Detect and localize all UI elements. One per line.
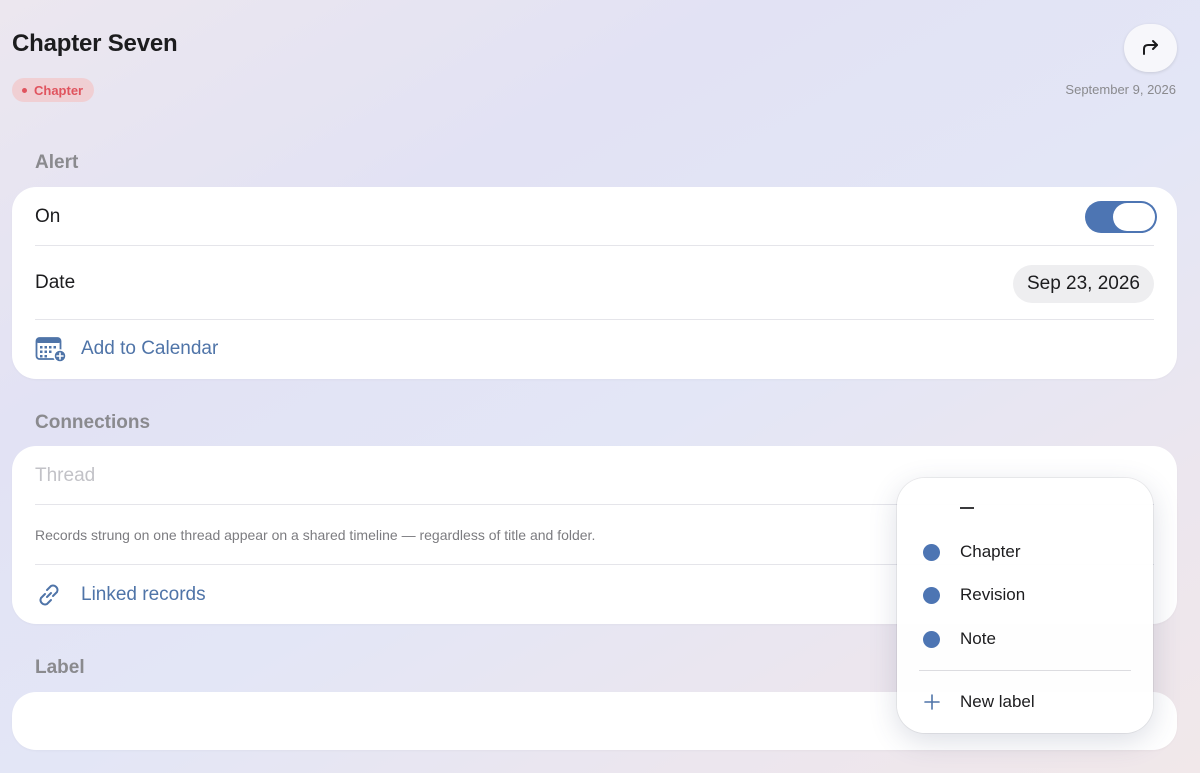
label-color-dot: [923, 630, 940, 648]
label-color-dot: [923, 543, 940, 561]
connections-section-label: Connections: [35, 412, 151, 433]
alert-toggle[interactable]: [1085, 201, 1157, 233]
alert-date-label: Date: [35, 272, 76, 293]
new-label-text: New label: [960, 692, 1035, 711]
link-icon: [39, 584, 59, 606]
page-title: Chapter Seven: [12, 30, 178, 57]
divider: [35, 319, 1154, 320]
menu-item-none[interactable]: [960, 507, 974, 509]
calendar-add-icon: [35, 337, 67, 363]
label-color-dot: [923, 586, 940, 604]
share-arrow-icon: [1142, 40, 1158, 55]
menu-item-label: Revision: [960, 585, 1026, 604]
linked-records-label: Linked records: [81, 584, 206, 605]
thread-caption-text: Records strung on one thread appear on a…: [35, 527, 596, 543]
plus-icon: [923, 694, 940, 710]
tag-label: Chapter: [34, 82, 84, 98]
alert-card: On Date Sep 23, 2026 Add to Calendar: [12, 187, 1177, 379]
label-menu: Chapter Revision Note New label: [897, 478, 1153, 733]
add-to-calendar-button[interactable]: Add to Calendar: [35, 333, 1154, 365]
alert-date-picker[interactable]: Sep 23, 2026: [1012, 265, 1154, 303]
label-section-label: Label: [35, 657, 85, 678]
menu-item-label: Chapter: [960, 542, 1021, 561]
header-date: September 9, 2026: [1065, 82, 1176, 97]
divider: [35, 245, 1154, 246]
share-button[interactable]: [1124, 24, 1177, 72]
menu-item-label: Note: [960, 629, 996, 648]
thread-placeholder: Thread: [35, 465, 96, 486]
add-to-calendar-label: Add to Calendar: [81, 338, 219, 359]
toggle-knob: [1113, 203, 1155, 231]
alert-on-label: On: [35, 206, 61, 227]
tag-dot-icon: [22, 87, 27, 93]
menu-item-note[interactable]: Note: [923, 624, 1133, 654]
alert-section-label: Alert: [35, 152, 79, 173]
chapter-tag-badge[interactable]: Chapter: [12, 78, 95, 102]
new-label-button[interactable]: New label: [923, 687, 1133, 717]
alert-on-row: On: [35, 201, 1154, 233]
menu-item-chapter[interactable]: Chapter: [923, 537, 1133, 567]
menu-item-revision[interactable]: Revision: [923, 580, 1133, 610]
menu-divider: [919, 670, 1131, 671]
alert-date-row: Date: [35, 267, 1154, 299]
